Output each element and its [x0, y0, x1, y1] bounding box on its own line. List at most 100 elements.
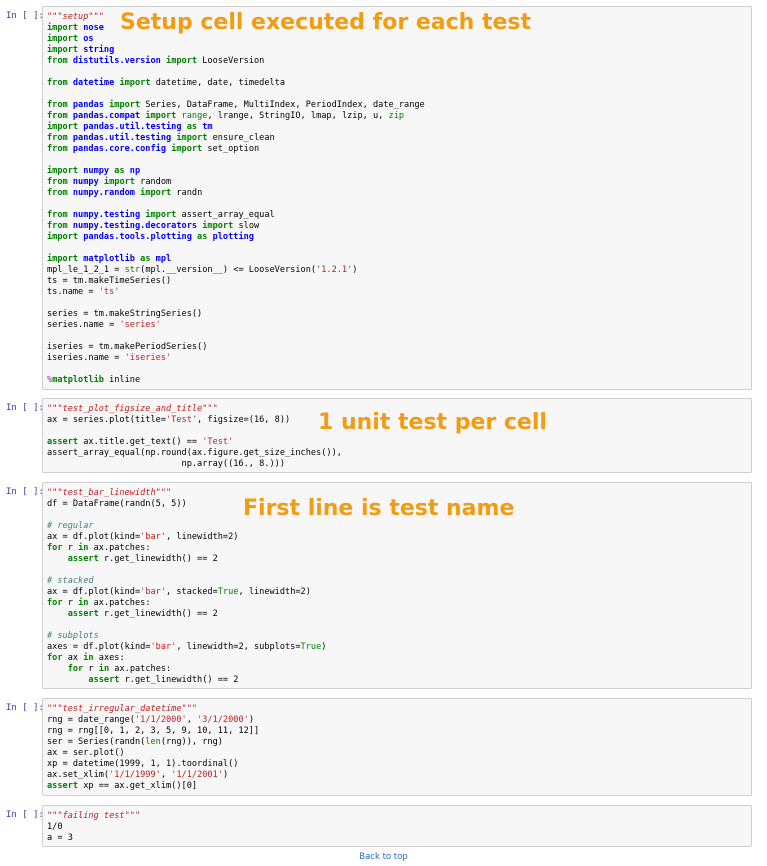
code-token: ax = df.plot(kind= — [47, 532, 141, 542]
code-token: zip — [388, 111, 405, 121]
code-line: assert ax.title.get_text() == 'Test' — [47, 437, 747, 448]
code-cell-test-irregular-datetime[interactable]: In [ ]: """test_irregular_datetime""" rng… — [0, 698, 767, 796]
code-token: ax = df.plot(kind= — [47, 587, 141, 597]
code-token: ) — [222, 770, 229, 780]
code-input-area[interactable]: """failing test""" 1/0 a = 3 — [42, 805, 752, 847]
code-token: set_option — [207, 144, 260, 154]
code-line: from pandas.compat import range, lrange,… — [47, 111, 747, 122]
code-token: ) — [352, 265, 358, 275]
code-line: ts = tm.makeTimeSeries() — [47, 276, 747, 287]
code-input-area[interactable]: """setup""" import nose import os import st… — [42, 6, 752, 390]
code-token: pandas.core.config — [72, 144, 167, 154]
code-token: from — [47, 100, 73, 110]
code-text[interactable]: """test_irregular_datetime""" rng = date_… — [43, 699, 751, 792]
annotation-setup: Setup cell executed for each test — [120, 10, 532, 35]
code-token: import — [47, 122, 84, 132]
back-to-top-link[interactable]: Back to top — [0, 852, 767, 862]
code-token: True — [300, 642, 322, 652]
code-token: import — [166, 144, 208, 154]
code-token: """setup""" — [47, 12, 104, 22]
code-token: import — [171, 133, 213, 143]
code-line: for r in ax.patches: — [47, 598, 747, 609]
code-line: import pandas.tools.plotting as plotting — [47, 232, 747, 243]
code-token: # regular — [47, 521, 94, 531]
code-token: for — [67, 664, 89, 674]
code-token: as — [191, 232, 213, 242]
code-token: from — [47, 210, 73, 220]
code-token: xp == ax.get_xlim()[0] — [83, 781, 198, 791]
code-line: %matplotlib inline — [47, 375, 747, 386]
annotation-test-name: First line is test name — [243, 496, 515, 521]
code-token: import — [140, 111, 182, 121]
code-token: ts.name = — [47, 287, 99, 297]
code-token: assert_array_equal — [181, 210, 275, 220]
code-token: """test_plot_figsize_and_title""" — [47, 404, 218, 414]
code-line: from pandas import Series, DataFrame, Mu… — [47, 100, 747, 111]
code-line: import numpy as np — [47, 166, 747, 177]
code-line: from numpy import random — [47, 177, 747, 188]
code-token: as — [109, 166, 130, 176]
code-line: assert xp == ax.get_xlim()[0] — [47, 781, 747, 792]
code-line: for ax in axes: — [47, 653, 747, 664]
cell-prompt: In [ ]: — [6, 403, 44, 413]
code-token: matplotlib — [52, 375, 104, 385]
code-token: nose — [83, 23, 104, 33]
code-cell-test-figsize[interactable]: In [ ]: """test_plot_figsize_and_title""… — [0, 398, 767, 473]
code-token: ts = tm.makeTimeSeries() — [47, 276, 172, 286]
code-token: ax.title.get_text() == — [83, 437, 203, 447]
code-token: tm — [202, 122, 213, 132]
code-token: numpy.testing — [72, 210, 141, 220]
code-line: import matplotlib as mpl — [47, 254, 747, 265]
code-token: series.name = — [47, 320, 120, 330]
code-line: rng = rng[[0, 1, 2, 3, 5, 9, 10, 11, 12]… — [47, 726, 747, 737]
code-token: import — [47, 254, 84, 264]
code-line: # subplots — [47, 631, 747, 642]
code-line: """failing test""" — [47, 811, 747, 822]
code-token: ) — [248, 715, 255, 725]
code-token: pandas.compat — [72, 111, 141, 121]
code-input-area[interactable]: """test_irregular_datetime""" rng = date_… — [42, 698, 752, 796]
code-token: , stacked= — [166, 587, 218, 597]
code-token: mpl_le_1_2_1 = — [47, 265, 125, 275]
code-cell-test-bar-linewidth[interactable]: In [ ]: """test_bar_linewidth""" df = Dat… — [0, 482, 767, 689]
code-token: from — [47, 177, 73, 187]
code-token: assert — [47, 781, 84, 791]
code-line: assert r.get_linewidth() == 2 — [47, 554, 747, 565]
code-text[interactable]: """failing test""" 1/0 a = 3 — [43, 806, 751, 844]
code-line: axes = df.plot(kind='bar', linewidth=2, … — [47, 642, 747, 653]
code-token: 'series' — [119, 320, 161, 330]
code-token: import — [47, 23, 84, 33]
code-token: iseries.name = — [47, 353, 125, 363]
code-token: os — [83, 34, 94, 44]
code-token: from — [47, 133, 73, 143]
code-token: axes = df.plot(kind= — [47, 642, 151, 652]
code-line: from numpy.testing.decorators import slo… — [47, 221, 747, 232]
code-token: import — [114, 78, 156, 88]
code-text[interactable]: """setup""" import nose import os import st… — [43, 7, 751, 386]
code-token: ax.patches: — [93, 543, 151, 553]
code-token: import — [140, 210, 182, 220]
code-line: a = 3 — [47, 833, 747, 844]
code-token: assert — [47, 437, 84, 447]
code-token: 'iseries' — [124, 353, 172, 363]
code-token: 'Test' — [202, 437, 234, 447]
code-cell-setup[interactable]: In [ ]: """setup""" import nose import os i… — [0, 6, 767, 390]
code-cell-failing-test[interactable]: In [ ]: """failing test""" 1/0 a = 3 — [0, 805, 767, 847]
code-token: """test_irregular_datetime""" — [47, 704, 198, 714]
code-token: len — [145, 737, 161, 747]
code-token: '1.2.1' — [316, 265, 353, 275]
code-token: in — [78, 598, 94, 608]
code-token: range — [181, 111, 208, 121]
code-line: rng = date_range('1/1/2000', '3/1/2000') — [47, 715, 747, 726]
code-token: from — [47, 221, 73, 231]
code-token: r — [67, 543, 79, 553]
code-token: import — [160, 56, 203, 66]
code-token: 1/0 — [47, 822, 63, 832]
